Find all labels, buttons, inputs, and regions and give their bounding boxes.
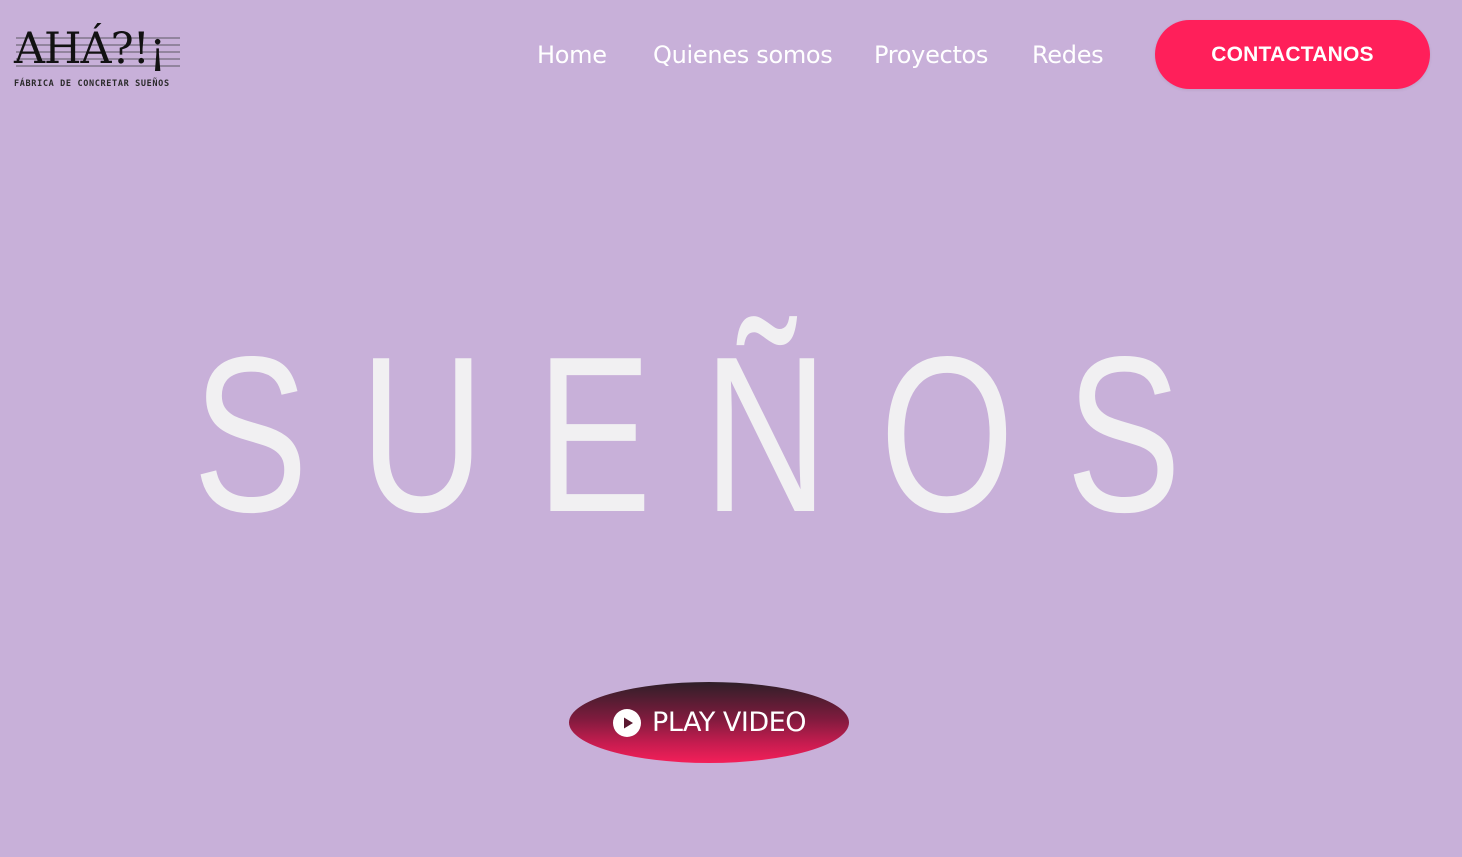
landing-page: AHÁ?!¡ FÁBRICA DE CONCRETAR SUEÑOS Home … [0, 0, 1462, 857]
nav-item-proyectos[interactable]: Proyectos [874, 38, 988, 72]
play-circle-icon [613, 708, 642, 737]
logo-wordmark: AHÁ?!¡ [14, 24, 166, 74]
nav-item-redes[interactable]: Redes [1032, 38, 1104, 72]
site-logo[interactable]: AHÁ?!¡ FÁBRICA DE CONCRETAR SUEÑOS [14, 24, 186, 94]
logo-tagline: FÁBRICA DE CONCRETAR SUEÑOS [14, 79, 170, 89]
nav-item-home[interactable]: Home [537, 38, 607, 72]
play-video-button[interactable]: PLAY VIDEO [569, 682, 849, 763]
hero-headline-wrapper: SUEÑOS [0, 311, 1462, 559]
nav-item-quienes-somos[interactable]: Quienes somos [653, 38, 833, 72]
contact-button[interactable]: CONTACTANOS [1155, 20, 1430, 89]
hero-headline: SUEÑOS [192, 311, 1234, 559]
site-header: AHÁ?!¡ FÁBRICA DE CONCRETAR SUEÑOS Home … [0, 0, 1462, 110]
play-video-label: PLAY VIDEO [652, 706, 806, 738]
